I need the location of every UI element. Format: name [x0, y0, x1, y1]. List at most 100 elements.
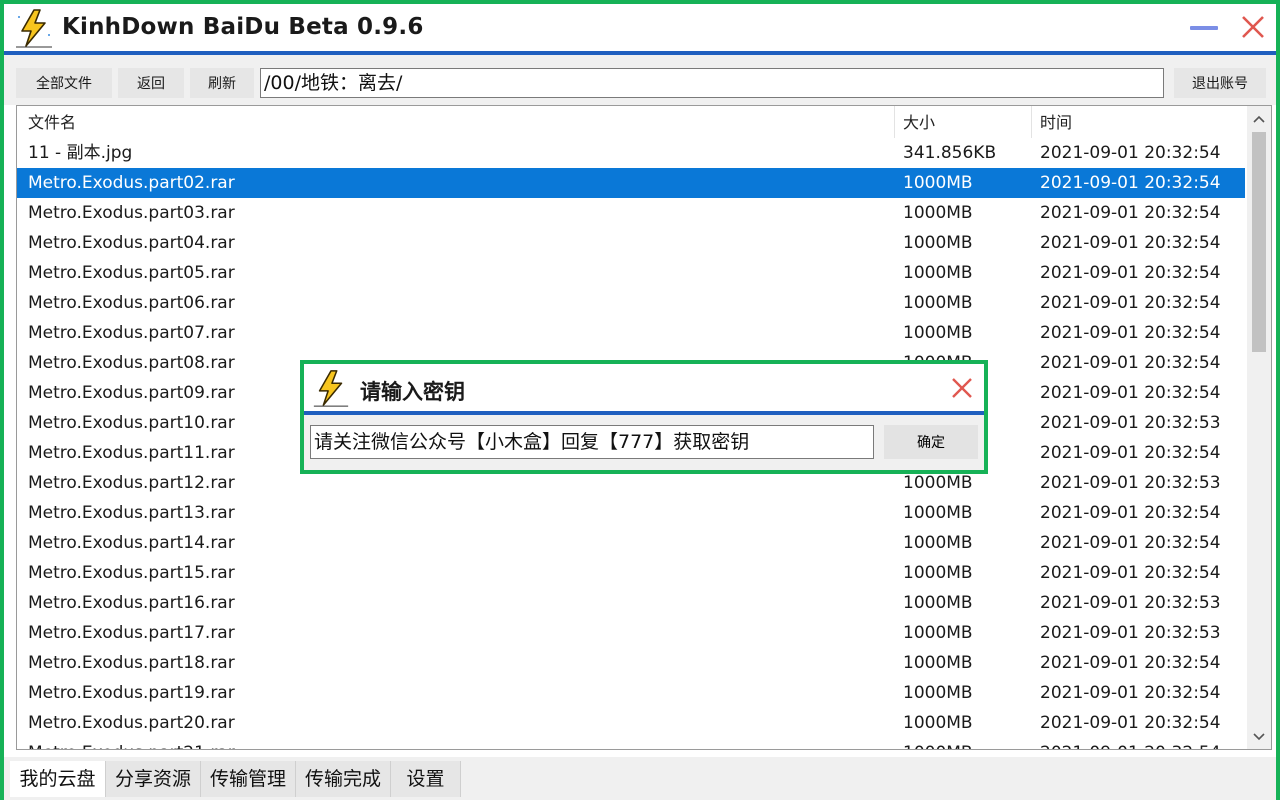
- file-name-cell: Metro.Exodus.part08.rar: [28, 353, 235, 373]
- back-button[interactable]: 返回: [118, 68, 184, 98]
- file-name-cell: Metro.Exodus.part16.rar: [28, 593, 235, 613]
- file-name-cell: Metro.Exodus.part03.rar: [28, 203, 235, 223]
- key-input[interactable]: 请关注微信公众号【小木盒】回复【777】获取密钥: [310, 425, 874, 459]
- column-header-size[interactable]: 大小: [894, 106, 935, 138]
- file-size-cell: 1000MB: [903, 683, 973, 703]
- table-row[interactable]: Metro.Exodus.part19.rar 1000MB 2021-09-01 …: [17, 678, 1245, 708]
- file-size-cell: 1000MB: [903, 323, 973, 343]
- table-row[interactable]: Metro.Exodus.part02.rar 1000MB 2021-09-01 …: [17, 168, 1245, 198]
- file-name-cell: Metro.Exodus.part06.rar: [28, 293, 235, 313]
- file-size-cell: 1000MB: [903, 293, 973, 313]
- file-size-cell: 1000MB: [903, 203, 973, 223]
- title-bar[interactable]: KinhDown BaiDu Beta 0.9.6: [4, 4, 1276, 52]
- file-time-cell: 2021-09-01 20:32:54: [1040, 263, 1221, 283]
- file-name-cell: Metro.Exodus.part07.rar: [28, 323, 235, 343]
- table-row[interactable]: Metro.Exodus.part03.rar 1000MB 2021-09-01 …: [17, 198, 1245, 228]
- table-row[interactable]: Metro.Exodus.part07.rar 1000MB 2021-09-01 …: [17, 318, 1245, 348]
- dialog-divider: [304, 411, 984, 415]
- table-row[interactable]: Metro.Exodus.part04.rar 1000MB 2021-09-01 …: [17, 228, 1245, 258]
- file-name-cell: Metro.Exodus.part05.rar: [28, 263, 235, 283]
- refresh-button[interactable]: 刷新: [190, 68, 254, 98]
- file-time-cell: 2021-09-01 20:32:54: [1040, 563, 1221, 583]
- scroll-down-icon[interactable]: [1247, 726, 1271, 748]
- file-time-cell: 2021-09-01 20:32:53: [1040, 623, 1221, 643]
- table-row[interactable]: 11 - 副本.jpg 341.856KB 2021-09-01 20:32:54: [17, 138, 1245, 168]
- file-time-cell: 2021-09-01 20:32:54: [1040, 353, 1221, 373]
- window-title: KinhDown BaiDu Beta 0.9.6: [62, 14, 424, 40]
- file-name-cell: Metro.Exodus.part15.rar: [28, 563, 235, 583]
- file-size-cell: 1000MB: [903, 173, 973, 193]
- table-row[interactable]: Metro.Exodus.part13.rar 1000MB 2021-09-01 …: [17, 498, 1245, 528]
- tab-my-cloud[interactable]: 我的云盘: [10, 761, 106, 797]
- confirm-button[interactable]: 确定: [884, 425, 978, 459]
- app-window: KinhDown BaiDu Beta 0.9.6 全部文件 返回 刷新 /00…: [0, 0, 1280, 800]
- minimize-icon[interactable]: [1190, 26, 1218, 30]
- file-time-cell: 2021-09-01 20:32:54: [1040, 713, 1221, 733]
- file-name-cell: Metro.Exodus.part19.rar: [28, 683, 235, 703]
- file-time-cell: 2021-09-01 20:32:54: [1040, 443, 1221, 463]
- table-row[interactable]: Metro.Exodus.part06.rar 1000MB 2021-09-01 …: [17, 288, 1245, 318]
- file-size-cell: 1000MB: [903, 263, 973, 283]
- vertical-scrollbar[interactable]: [1247, 106, 1271, 749]
- file-size-cell: 1000MB: [903, 503, 973, 523]
- file-time-cell: 2021-09-01 20:32:54: [1040, 533, 1221, 553]
- file-name-cell: 11 - 副本.jpg: [28, 143, 133, 163]
- path-input[interactable]: /00/地铁：离去/: [260, 68, 1164, 98]
- dialog-title-bar[interactable]: 请输入密钥: [304, 364, 984, 412]
- tab-shared-resources[interactable]: 分享资源: [106, 761, 201, 797]
- file-name-cell: Metro.Exodus.part10.rar: [28, 413, 235, 433]
- file-time-cell: 2021-09-01 20:32:54: [1040, 738, 1221, 749]
- file-size-cell: 1000MB: [903, 233, 973, 253]
- file-time-cell: 2021-09-01 20:32:54: [1040, 203, 1221, 223]
- file-size-cell: 1000MB: [903, 623, 973, 643]
- file-name-cell: Metro.Exodus.part17.rar: [28, 623, 235, 643]
- table-row[interactable]: Metro.Exodus.part21.rar 1000MB 2021-09-01 …: [17, 738, 1245, 749]
- table-row[interactable]: Metro.Exodus.part18.rar 1000MB 2021-09-01 …: [17, 648, 1245, 678]
- file-time-cell: 2021-09-01 20:32:54: [1040, 173, 1221, 193]
- table-row[interactable]: Metro.Exodus.part17.rar 1000MB 2021-09-01 …: [17, 618, 1245, 648]
- file-name-cell: Metro.Exodus.part02.rar: [28, 173, 235, 193]
- file-size-cell: 1000MB: [903, 713, 973, 733]
- close-icon[interactable]: [1240, 14, 1266, 40]
- column-header-time[interactable]: 时间: [1031, 106, 1072, 138]
- lightning-bolt-icon: [16, 9, 52, 48]
- file-name-cell: Metro.Exodus.part21.rar: [28, 738, 235, 749]
- file-time-cell: 2021-09-01 20:32:53: [1040, 413, 1221, 433]
- tab-transfer-complete[interactable]: 传输完成: [296, 761, 391, 797]
- file-size-cell: 1000MB: [903, 593, 973, 613]
- file-time-cell: 2021-09-01 20:32:54: [1040, 653, 1221, 673]
- file-time-cell: 2021-09-01 20:32:53: [1040, 593, 1221, 613]
- toolbar: 全部文件 返回 刷新 /00/地铁：离去/ 退出账号: [4, 55, 1276, 105]
- file-size-cell: 1000MB: [903, 533, 973, 553]
- logout-button[interactable]: 退出账号: [1174, 68, 1266, 98]
- file-size-cell: 341.856KB: [903, 143, 997, 163]
- file-time-cell: 2021-09-01 20:32:54: [1040, 293, 1221, 313]
- table-row[interactable]: Metro.Exodus.part16.rar 1000MB 2021-09-01 …: [17, 588, 1245, 618]
- tab-settings[interactable]: 设置: [391, 761, 461, 797]
- tab-transfer-management[interactable]: 传输管理: [201, 761, 296, 797]
- file-time-cell: 2021-09-01 20:32:54: [1040, 143, 1221, 163]
- file-name-cell: Metro.Exodus.part12.rar: [28, 473, 235, 493]
- file-time-cell: 2021-09-01 20:32:53: [1040, 473, 1221, 493]
- table-row[interactable]: Metro.Exodus.part15.rar 1000MB 2021-09-01 …: [17, 558, 1245, 588]
- scroll-up-icon[interactable]: [1247, 108, 1271, 130]
- file-size-cell: 1000MB: [903, 653, 973, 673]
- file-name-cell: Metro.Exodus.part13.rar: [28, 503, 235, 523]
- table-row[interactable]: Metro.Exodus.part05.rar 1000MB 2021-09-01 …: [17, 258, 1245, 288]
- file-name-cell: Metro.Exodus.part18.rar: [28, 653, 235, 673]
- close-icon[interactable]: [950, 376, 974, 400]
- file-size-cell: 1000MB: [903, 738, 973, 749]
- bottom-tab-bar: 我的云盘 分享资源 传输管理 传输完成 设置: [4, 757, 1276, 800]
- file-time-cell: 2021-09-01 20:32:54: [1040, 683, 1221, 703]
- all-files-button[interactable]: 全部文件: [16, 68, 112, 98]
- table-row[interactable]: Metro.Exodus.part20.rar 1000MB 2021-09-01 …: [17, 708, 1245, 738]
- lightning-bolt-icon: [313, 370, 349, 407]
- scrollbar-thumb[interactable]: [1252, 132, 1266, 352]
- table-row[interactable]: Metro.Exodus.part14.rar 1000MB 2021-09-01 …: [17, 528, 1245, 558]
- file-time-cell: 2021-09-01 20:32:54: [1040, 233, 1221, 253]
- file-name-cell: Metro.Exodus.part09.rar: [28, 383, 235, 403]
- file-time-cell: 2021-09-01 20:32:54: [1040, 323, 1221, 343]
- column-header-name[interactable]: 文件名: [20, 106, 76, 138]
- dialog-title: 请输入密钥: [360, 380, 465, 404]
- file-list-header: 文件名 大小 时间: [17, 106, 1245, 138]
